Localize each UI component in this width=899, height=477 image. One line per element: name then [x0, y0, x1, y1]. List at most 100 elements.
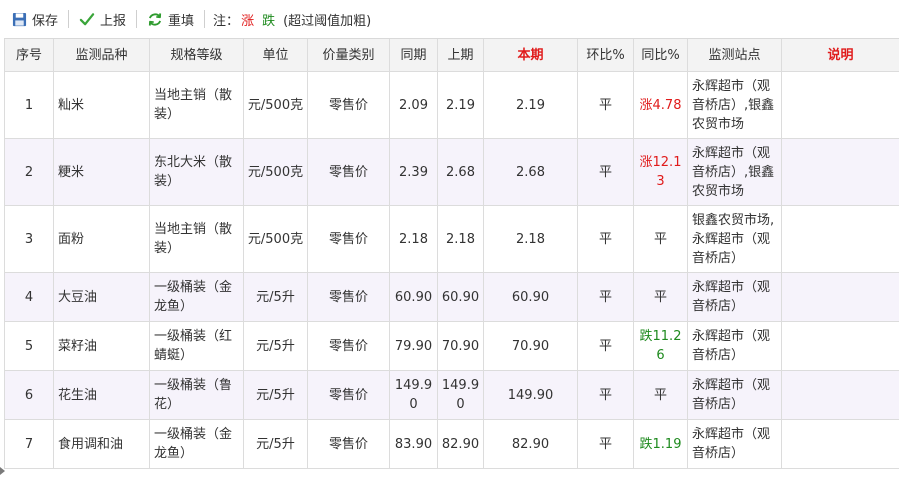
col-header[interactable]: 价量类别: [307, 39, 390, 72]
table-row[interactable]: 6 花生油 一级桶装（鲁花） 元/5升 零售价 149.90 149.90 149.90 平平永…: [4, 370, 899, 420]
cell-type: 零售价: [307, 272, 390, 322]
cell-yoy: 平: [633, 272, 688, 322]
col-header-description[interactable]: 说明: [781, 39, 899, 72]
table-row[interactable]: 7 食用调和油 一级桶装（金龙鱼） 元/5升 零售价 83.90 82.90 82.90 平跌1…: [4, 419, 899, 469]
cell-spec: 东北大米（散装）: [149, 138, 244, 206]
refill-label: 重填: [168, 13, 195, 29]
cell-item: 花生油: [53, 370, 150, 420]
cell-spec: 一级桶装（红蜻蜓）: [149, 321, 244, 371]
cell-mom: 平: [577, 419, 634, 469]
cell-same: 60.90: [389, 272, 438, 322]
note-hint: (超过阈值加粗): [283, 13, 372, 29]
table-header: 序号 监测品种 规格等级 单位 价量类别 同期 上期 本期 环比% 同比% 监测…: [4, 39, 899, 72]
col-header[interactable]: 序号: [4, 39, 54, 72]
cell-type: 零售价: [307, 138, 390, 206]
col-header[interactable]: 监测品种: [53, 39, 150, 72]
cell-site: 永辉超市（观音桥店）: [687, 321, 782, 371]
table-row[interactable]: 1 籼米 当地主销（散装） 元/500克 零售价 2.09 2.19 2.19 平涨4.78 永辉…: [4, 71, 899, 139]
col-header[interactable]: 规格等级: [149, 39, 244, 72]
save-label: 保存: [32, 13, 59, 29]
cell-type: 零售价: [307, 71, 390, 139]
cell-desc[interactable]: [781, 138, 899, 206]
table-row[interactable]: 3 面粉 当地主销（散装） 元/500克 零售价 2.18 2.18 2.18 平平银鑫农贸市场…: [4, 205, 899, 273]
cell-yoy: 平: [633, 370, 688, 420]
cell-item: 面粉: [53, 205, 150, 273]
table-row[interactable]: 5 菜籽油 一级桶装（红蜻蜓） 元/5升 零售价 79.90 70.90 70.90 平跌11.…: [4, 321, 899, 371]
cell-cur: 149.90: [483, 370, 578, 420]
table-row[interactable]: 4 大豆油 一级桶装（金龙鱼） 元/5升 零售价 60.90 60.90 60.90 平平永辉超…: [4, 272, 899, 322]
cell-cur: 82.90: [483, 419, 578, 469]
col-header[interactable]: 监测站点: [687, 39, 782, 72]
cell-desc[interactable]: [781, 71, 899, 139]
cell-site: 永辉超市（观音桥店）: [687, 370, 782, 420]
cell-spec: 一级桶装（金龙鱼）: [149, 419, 244, 469]
cell-desc[interactable]: [781, 205, 899, 273]
cell-no: 1: [4, 71, 54, 139]
cell-prev: 2.68: [437, 138, 484, 206]
cell-site: 银鑫农贸市场,永辉超市（观音桥店）: [687, 205, 782, 273]
cell-mom: 平: [577, 321, 634, 371]
cell-same: 2.18: [389, 205, 438, 273]
cell-prev: 70.90: [437, 321, 484, 371]
refresh-icon: [148, 12, 162, 26]
cell-unit: 元/5升: [243, 419, 308, 469]
cell-desc[interactable]: [781, 272, 899, 322]
cell-prev: 60.90: [437, 272, 484, 322]
cell-cur: 2.18: [483, 205, 578, 273]
col-header-current[interactable]: 本期: [483, 39, 578, 72]
col-header[interactable]: 同比%: [633, 39, 688, 72]
cell-mom: 平: [577, 138, 634, 206]
cell-same: 83.90: [389, 419, 438, 469]
cell-mom: 平: [577, 71, 634, 139]
col-header[interactable]: 同期: [389, 39, 438, 72]
cell-type: 零售价: [307, 321, 390, 371]
save-button[interactable]: 保存: [6, 7, 64, 31]
cell-unit: 元/500克: [243, 138, 308, 206]
cell-unit: 元/500克: [243, 205, 308, 273]
toolbar-divider: [136, 10, 138, 28]
cell-desc[interactable]: [781, 321, 899, 371]
cell-unit: 元/5升: [243, 272, 308, 322]
cell-yoy: 跌1.19: [633, 419, 688, 469]
cell-item: 粳米: [53, 138, 150, 206]
refill-button[interactable]: 重填: [141, 7, 200, 31]
cell-mom: 平: [577, 272, 634, 322]
cell-cur: 2.68: [483, 138, 578, 206]
cell-item: 大豆油: [53, 272, 150, 322]
table-row[interactable]: 2 粳米 东北大米（散装） 元/500克 零售价 2.39 2.68 2.68 平涨12.13 永…: [4, 138, 899, 206]
cell-same: 79.90: [389, 321, 438, 371]
cell-type: 零售价: [307, 205, 390, 273]
col-header[interactable]: 环比%: [577, 39, 634, 72]
col-header[interactable]: 单位: [243, 39, 308, 72]
cell-cur: 2.19: [483, 71, 578, 139]
cell-site: 永辉超市（观音桥店）,银鑫农贸市场: [687, 71, 782, 139]
toolbar: 保存 上报 重填 注： 涨 跌 (超过阈值加粗): [0, 0, 899, 38]
report-button[interactable]: 上报: [73, 7, 132, 31]
cell-no: 7: [4, 419, 54, 469]
cell-site: 永辉超市（观音桥店）: [687, 272, 782, 322]
cell-unit: 元/5升: [243, 370, 308, 420]
cell-no: 3: [4, 205, 54, 273]
cell-item: 菜籽油: [53, 321, 150, 371]
col-header[interactable]: 上期: [437, 39, 484, 72]
cell-desc[interactable]: [781, 370, 899, 420]
price-grid: 序号 监测品种 规格等级 单位 价量类别 同期 上期 本期 环比% 同比% 监测…: [4, 38, 899, 475]
cell-no: 2: [4, 138, 54, 206]
scroll-left-arrow-icon[interactable]: [0, 467, 5, 475]
cell-desc[interactable]: [781, 419, 899, 469]
cell-item: 食用调和油: [53, 419, 150, 469]
cell-no: 6: [4, 370, 54, 420]
cell-type: 零售价: [307, 419, 390, 469]
check-icon: [79, 12, 95, 25]
cell-yoy: 涨12.13: [633, 138, 688, 206]
cell-no: 4: [4, 272, 54, 322]
report-label: 上报: [100, 13, 127, 29]
price-table: 序号 监测品种 规格等级 单位 价量类别 同期 上期 本期 环比% 同比% 监测…: [4, 39, 899, 469]
cell-spec: 一级桶装（金龙鱼）: [149, 272, 244, 322]
cell-mom: 平: [577, 370, 634, 420]
note-prefix: 注：: [213, 13, 240, 29]
cell-prev: 82.90: [437, 419, 484, 469]
cell-prev: 2.18: [437, 205, 484, 273]
cell-unit: 元/500克: [243, 71, 308, 139]
cell-yoy: 平: [633, 205, 688, 273]
